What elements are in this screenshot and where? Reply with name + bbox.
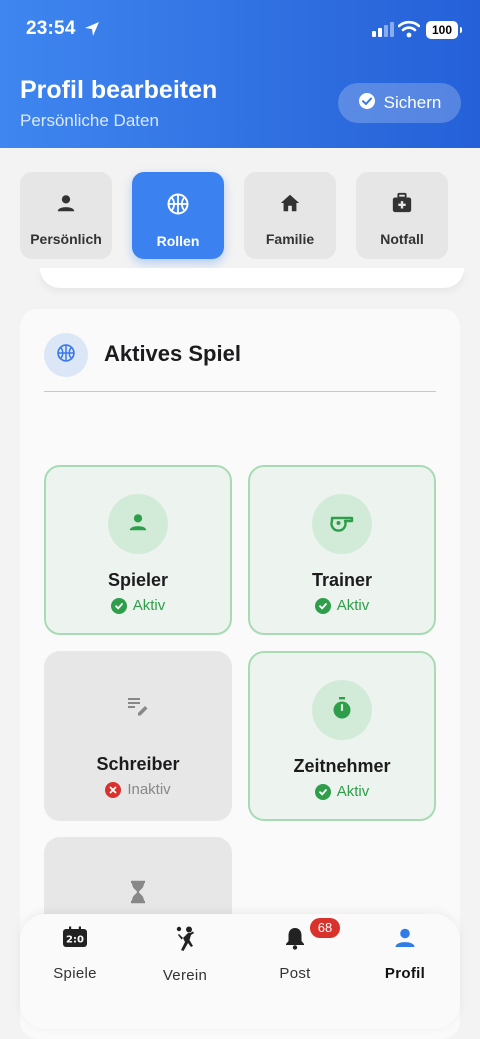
- role-name: Spieler: [107, 570, 169, 590]
- stopwatch-icon: [331, 696, 353, 725]
- role-icon-circle: [312, 680, 372, 740]
- role-card-schreiber[interactable]: Schreiber Inaktiv: [44, 651, 232, 821]
- role-name: Zeitnehmer: [293, 756, 391, 776]
- tab-label: Familie: [265, 231, 315, 247]
- battery-icon: 100: [426, 21, 462, 39]
- check-circle-icon: [314, 597, 331, 614]
- bottom-nav: 2:0 Spiele Verein Post 68 Profil: [20, 914, 460, 1029]
- check-circle-icon: [358, 92, 376, 115]
- section-icon: [44, 333, 88, 377]
- role-card-spieler[interactable]: Spieler Aktiv: [44, 465, 232, 635]
- location-arrow-icon: [84, 21, 100, 42]
- header: 23:54 100 Profil bearbeiten Persönliche …: [0, 0, 480, 148]
- section-title: Aktives Spiel: [104, 341, 241, 366]
- person-icon: [393, 926, 417, 955]
- tab-rollen[interactable]: Rollen: [132, 172, 224, 259]
- nav-item-profil[interactable]: Profil: [360, 926, 450, 982]
- status-time: 23:54: [26, 18, 76, 39]
- person-icon: [55, 192, 77, 219]
- wifi-icon: [397, 20, 421, 43]
- page-subtitle: Persönliche Daten: [20, 111, 159, 130]
- nav-label: Profil: [384, 965, 426, 982]
- tab-persoenlich[interactable]: Persönlich: [20, 172, 112, 259]
- tab-label: Rollen: [156, 233, 200, 249]
- notification-badge: 68: [310, 918, 340, 938]
- previous-card-bottom: [40, 268, 464, 288]
- cancel-circle-icon: [105, 781, 122, 798]
- status-bar: 23:54 100: [0, 0, 480, 60]
- role-status: Aktiv: [314, 597, 370, 614]
- role-status-label: Aktiv: [336, 783, 370, 800]
- person-icon: [127, 511, 149, 538]
- role-card-trainer[interactable]: Trainer Aktiv: [248, 465, 436, 635]
- section-divider: [44, 391, 436, 392]
- basketball-icon: [56, 343, 76, 368]
- role-status: Aktiv: [314, 783, 370, 800]
- nav-label: Post: [279, 965, 311, 982]
- role-status: Aktiv: [110, 597, 166, 614]
- role-name: Schreiber: [96, 754, 180, 774]
- edit-notes-icon: [126, 695, 150, 722]
- tab-notfall[interactable]: Notfall: [356, 172, 448, 259]
- nav-label: Verein: [162, 967, 208, 984]
- role-icon-circle: [108, 494, 168, 554]
- check-circle-icon: [314, 783, 331, 800]
- medical-kit-icon: [391, 192, 413, 219]
- scoreboard-icon: 2:0: [62, 926, 88, 955]
- svg-text:2:0: 2:0: [66, 935, 84, 946]
- check-circle-icon: [110, 597, 127, 614]
- handball-player-icon: [174, 926, 196, 957]
- save-button-label: Sichern: [383, 93, 442, 112]
- bell-icon: [284, 926, 306, 955]
- role-card-zeitnehmer[interactable]: Zeitnehmer Aktiv: [248, 651, 436, 821]
- tab-label: Persönlich: [30, 231, 102, 247]
- whistle-icon: [329, 511, 355, 538]
- role-icon-circle: [108, 678, 168, 738]
- home-icon: [279, 192, 301, 219]
- role-icon-circle: [312, 494, 372, 554]
- nav-label: Spiele: [53, 965, 97, 982]
- role-name: Trainer: [311, 570, 373, 590]
- basketball-icon: [166, 192, 190, 221]
- tab-label: Notfall: [380, 231, 424, 247]
- save-button[interactable]: Sichern: [338, 83, 461, 123]
- page-title: Profil bearbeiten: [20, 76, 218, 104]
- role-status-label: Inaktiv: [127, 781, 171, 798]
- nav-item-verein[interactable]: Verein: [140, 926, 230, 984]
- role-status-label: Aktiv: [132, 597, 166, 614]
- nav-item-spiele[interactable]: 2:0 Spiele: [30, 926, 120, 982]
- cellular-signal-icon: [372, 22, 394, 37]
- tab-familie[interactable]: Familie: [244, 172, 336, 259]
- profile-tabs: Persönlich Rollen Familie Notfall: [20, 172, 448, 259]
- hourglass-icon: [129, 880, 147, 909]
- role-status: Inaktiv: [105, 781, 171, 798]
- role-status-label: Aktiv: [336, 597, 370, 614]
